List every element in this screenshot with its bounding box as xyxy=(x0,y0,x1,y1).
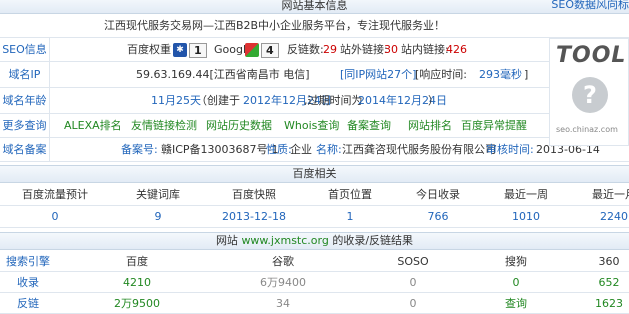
header-360: 360 xyxy=(598,255,620,268)
backlinks-value[interactable]: 29 xyxy=(323,38,337,62)
domain-age-row: 域名年龄 11月25天 （创建于 2012年12月24日 ,过期时间为 2014… xyxy=(0,88,549,114)
more-queries-label: 更多查询 xyxy=(2,119,47,132)
same-ip-link[interactable]: [同IP网站27个] xyxy=(340,62,416,88)
index-title-suffix: 的收录/反链结果 xyxy=(332,234,414,247)
outlinks-value: 30 xyxy=(384,43,398,56)
index-title-prefix: 网站 xyxy=(215,234,238,247)
whois-link[interactable]: Whois查询 xyxy=(284,114,339,138)
nature-label: 性质: xyxy=(266,143,292,156)
backlinks-360[interactable]: 1623 xyxy=(554,293,629,314)
row-label-indexed: 收录 xyxy=(17,276,39,289)
basic-info-title: 网站基本信息 xyxy=(281,0,348,12)
created-prefix: （创建于 xyxy=(196,94,240,107)
value-today-index[interactable]: 766 xyxy=(398,206,478,228)
header-engine: 搜索引擎 xyxy=(6,255,50,268)
indexed-sogou[interactable]: 0 xyxy=(478,272,554,293)
thumbnail-url: seo.chinaz.com xyxy=(556,125,618,134)
header-month: 最近一月 xyxy=(592,188,629,201)
icp-number-value: 赣ICP备13003687号-1 xyxy=(161,143,279,156)
backlinks-soso[interactable]: 0 xyxy=(348,293,478,314)
ip-row: 域名IP 59.63.169.44[江西省南昌市 电信] [同IP网站27个] … xyxy=(0,62,549,88)
backlinks-sogou[interactable]: 查询 xyxy=(478,293,554,314)
indexed-soso[interactable]: 0 xyxy=(348,272,478,293)
header-today-index: 今日收录 xyxy=(416,188,460,201)
value-keywords[interactable]: 9 xyxy=(110,206,206,228)
more-queries-row: 更多查询 ALEXA排名 友情链接检测 网站历史数据 Whois查询 备案查询 … xyxy=(0,114,549,138)
friend-link-check-link[interactable]: 友情链接检测 xyxy=(131,114,197,138)
icp-number-label: 备案号: xyxy=(121,143,158,156)
icp-label: 域名备案 xyxy=(2,143,47,156)
ip-label: 域名IP xyxy=(8,68,41,81)
outlinks-label: 站外链接: xyxy=(340,43,388,56)
baidu-paw-icon: ✱ xyxy=(173,43,187,57)
basic-info-header: 网站基本信息 xyxy=(0,0,629,14)
value-month[interactable]: 2240 xyxy=(574,206,629,228)
baidu-weight-label: 百度权重 xyxy=(127,43,171,56)
site-title: 江西现代服务交易网—江西B2B中小企业服务平台，专注现代服务业！ xyxy=(103,19,446,32)
backlinks-label: 反链数: xyxy=(287,43,324,56)
value-traffic: 0 xyxy=(51,210,59,223)
site-history-link[interactable]: 网站历史数据 xyxy=(206,114,272,138)
indexed-baidu[interactable]: 4210 xyxy=(56,272,218,293)
header-sogou: 搜狗 xyxy=(505,255,527,268)
site-thumbnail[interactable]: TOOL ? seo.chinaz.com xyxy=(549,38,629,146)
icp-row: 域名备案 备案号: 赣ICP备13003687号-1 性质: 企业 名称: 江西… xyxy=(0,138,629,162)
icp-query-link[interactable]: 备案查询 xyxy=(347,114,391,138)
question-icon: ? xyxy=(572,77,608,113)
ip-value: 59.63.169.44[江西省南昌市 电信] xyxy=(136,68,310,81)
header-traffic: 百度流量预计 xyxy=(22,188,88,201)
indexed-360[interactable]: 652 xyxy=(554,272,629,293)
nature-value: 企业 xyxy=(290,143,312,156)
expires-suffix: ） xyxy=(428,94,439,107)
header-week: 最近一周 xyxy=(504,188,548,201)
baidu-alert-link[interactable]: 百度异常提醒 xyxy=(461,114,527,138)
seo-row: SEO信息 百度权重 ✱ 1 Google 4 反链数: 29 站外链接: 30… xyxy=(0,38,549,62)
baidu-headers-row: 百度流量预计 关键词库 百度快照 首页位置 今日收录 最近一周 最近一月 xyxy=(0,184,629,206)
seo-trend-link[interactable]: SEO数据风向标 xyxy=(551,0,629,12)
index-site-link[interactable]: www.jxmstc.org xyxy=(241,234,328,247)
inlinks-label: 站内链接: xyxy=(401,43,449,56)
domain-age-label: 域名年龄 xyxy=(2,94,47,107)
seo-label: SEO信息 xyxy=(2,43,47,56)
value-homepage-pos: 1 xyxy=(346,210,354,223)
baidu-related-header: 百度相关 xyxy=(0,165,629,183)
alexa-rank-link[interactable]: ALEXA排名 xyxy=(64,114,122,138)
google-pr-icon xyxy=(245,43,259,57)
value-week[interactable]: 1010 xyxy=(478,206,574,228)
site-title-row: 江西现代服务交易网—江西B2B中小企业服务平台，专注现代服务业！ xyxy=(0,14,629,38)
google-pr-value[interactable]: 4 xyxy=(261,43,279,58)
header-snapshot: 百度快照 xyxy=(232,188,276,201)
header-keywords: 关键词库 xyxy=(136,188,180,201)
tool-logo-text: TOOL xyxy=(556,43,627,68)
baidu-related-title: 百度相关 xyxy=(292,167,337,180)
audit-date-label: 审核时间: xyxy=(486,143,534,156)
expires-prefix: ,过期时间为 xyxy=(304,94,363,107)
index-headers-row: 搜索引擎 百度 谷歌 SOSO 搜狗 360 xyxy=(0,251,629,272)
header-baidu: 百度 xyxy=(126,255,148,268)
index-results-header: 网站 www.jxmstc.org 的收录/反链结果 xyxy=(0,232,629,250)
value-snapshot[interactable]: 2013-12-18 xyxy=(206,206,302,228)
row-label-backlinks: 反链 xyxy=(17,297,39,310)
baidu-values-row: 0 9 2013-12-18 1 766 1010 2240 xyxy=(0,206,629,228)
header-soso: SOSO xyxy=(397,255,429,268)
baidu-weight-value[interactable]: 1 xyxy=(189,43,207,58)
indexed-google[interactable]: 6万9400 xyxy=(218,272,348,293)
inlinks-value: 426 xyxy=(446,43,467,56)
site-rank-link[interactable]: 网站排名 xyxy=(408,114,452,138)
index-row-indexed: 收录 4210 6万9400 0 0 652 xyxy=(0,272,629,293)
header-homepage-pos: 首页位置 xyxy=(328,188,372,201)
backlinks-google[interactable]: 34 xyxy=(218,293,348,314)
response-time-value: 293毫秒 xyxy=(479,68,522,81)
response-time-prefix: [响应时间: xyxy=(415,68,467,81)
domain-age-value: 11月25天 xyxy=(151,94,201,107)
index-row-backlinks: 反链 2万9500 34 0 查询 1623 xyxy=(0,293,629,314)
response-time-suffix: ] xyxy=(524,68,529,81)
company-name-label: 名称: xyxy=(316,143,342,156)
company-name-value: 江西龚咨现代服务股份有限公司 xyxy=(342,143,496,156)
header-google: 谷歌 xyxy=(272,255,294,268)
backlinks-baidu[interactable]: 2万9500 xyxy=(56,293,218,314)
